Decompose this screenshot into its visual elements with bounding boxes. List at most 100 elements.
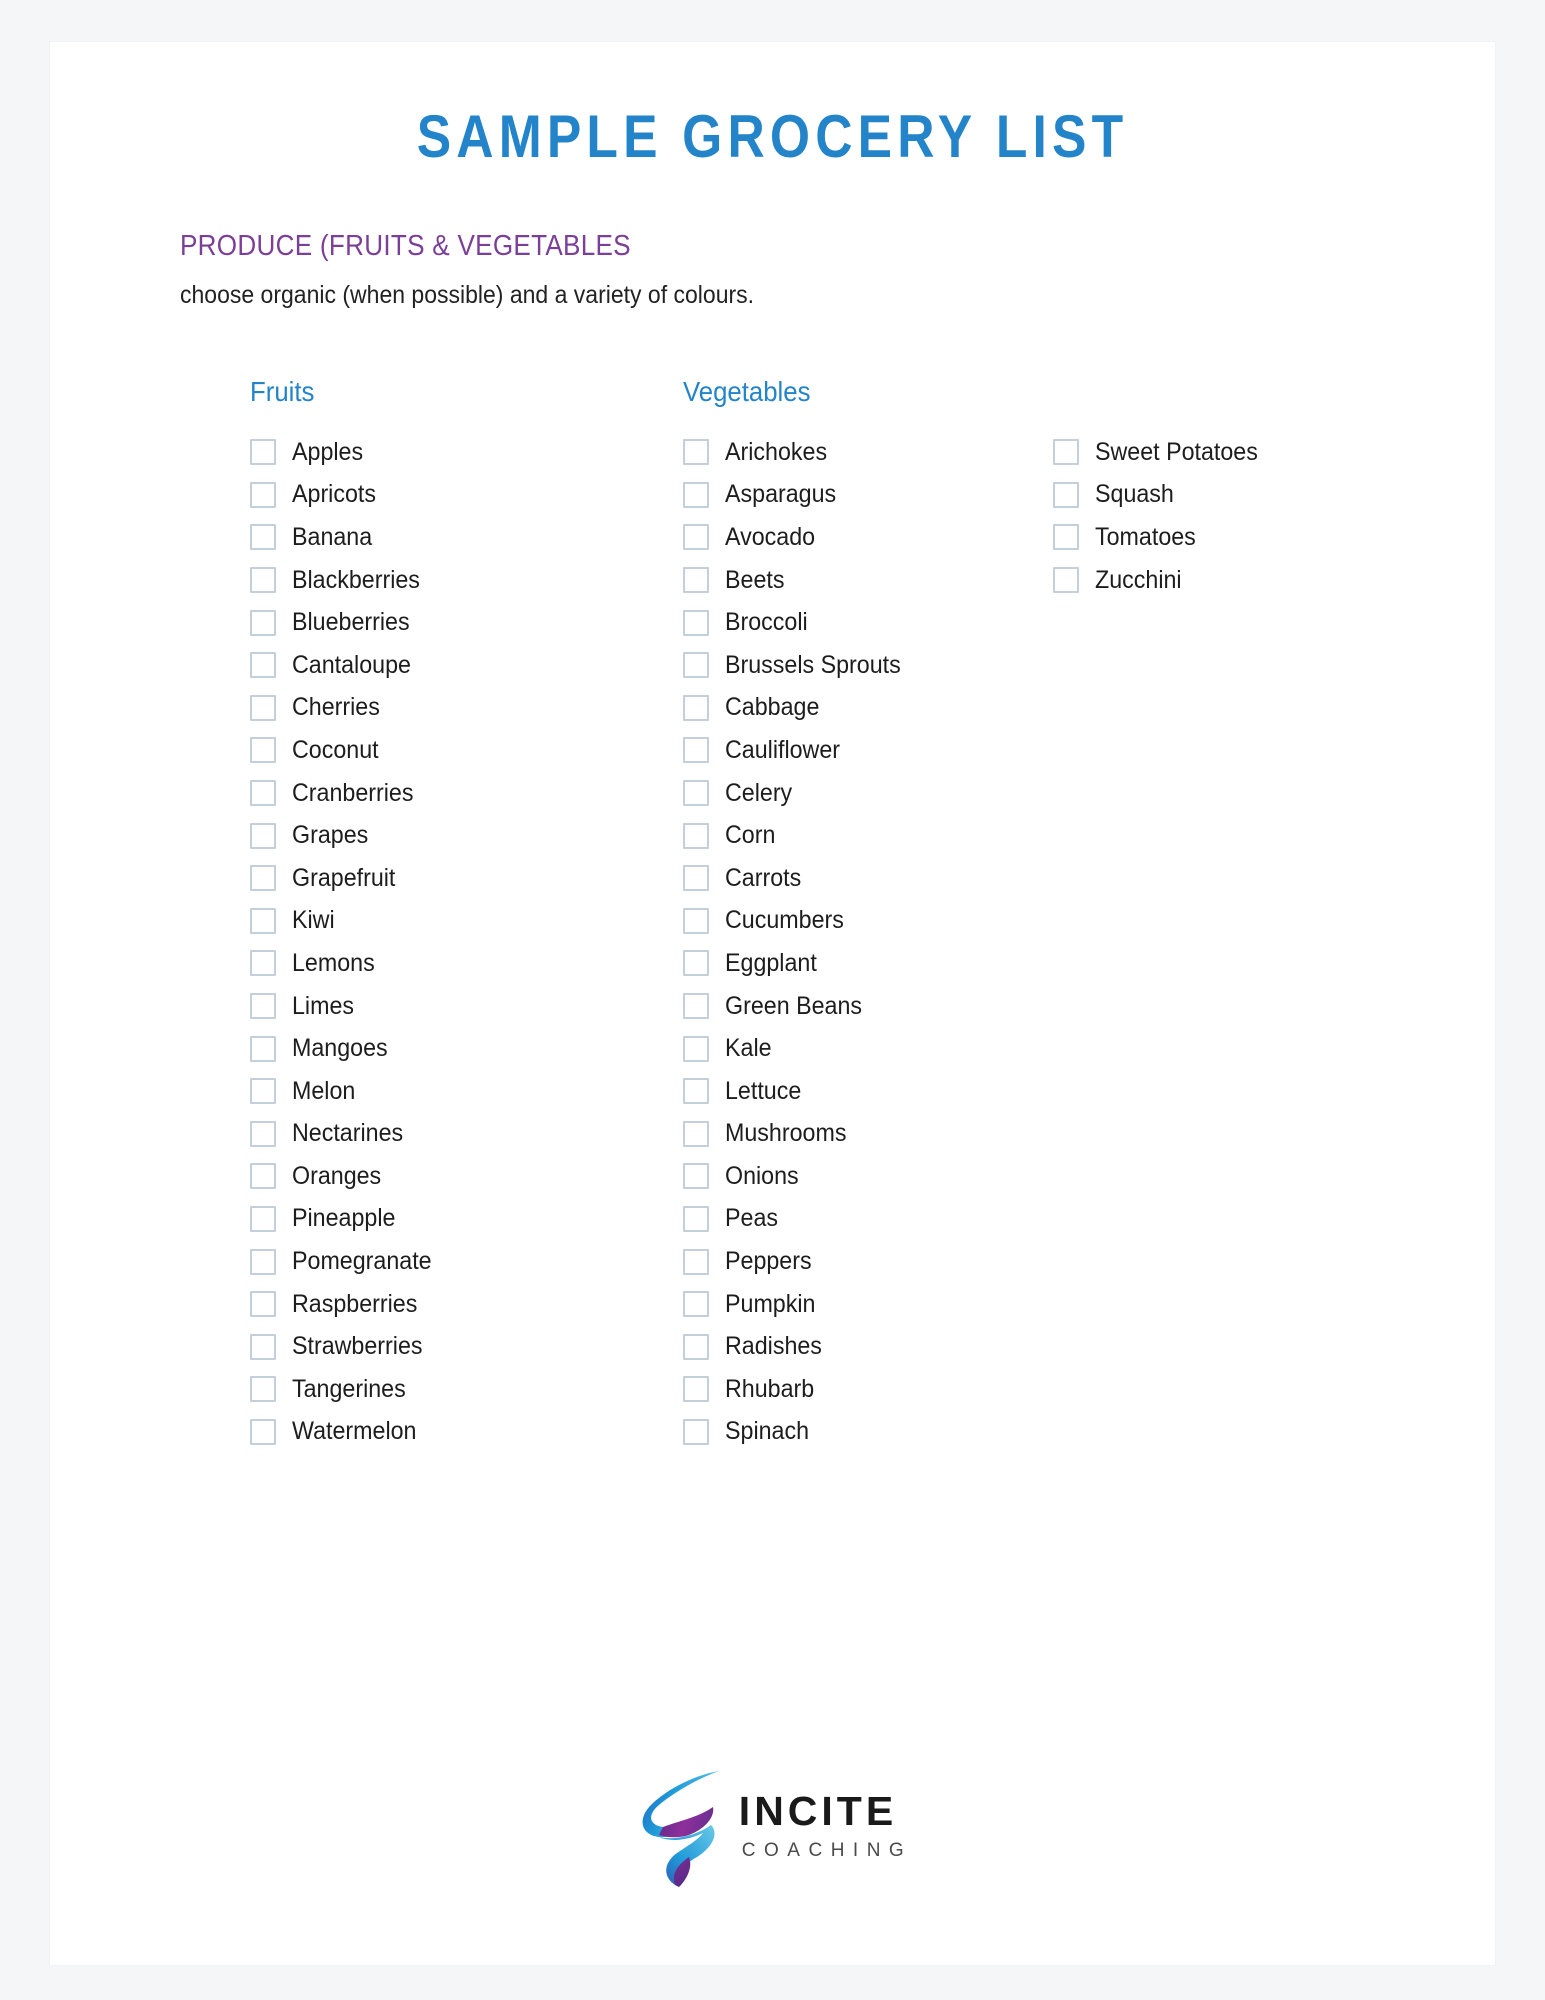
checkbox[interactable]: [683, 865, 709, 892]
checkbox[interactable]: [683, 907, 709, 934]
checkbox[interactable]: [250, 694, 276, 721]
checkbox[interactable]: [683, 822, 709, 849]
checklist-item[interactable]: Beets: [683, 559, 1043, 602]
checkbox[interactable]: [250, 524, 276, 551]
checkbox[interactable]: [683, 609, 709, 636]
checkbox[interactable]: [1053, 481, 1079, 508]
checklist-item[interactable]: Cucumbers: [683, 900, 1043, 943]
checkbox[interactable]: [683, 481, 709, 508]
checklist-item[interactable]: Grapefruit: [250, 857, 610, 900]
checklist-item[interactable]: Nectarines: [250, 1113, 610, 1156]
checklist-item[interactable]: Zucchini: [1053, 559, 1413, 602]
checklist-item[interactable]: Avocado: [683, 516, 1043, 559]
checkbox[interactable]: [683, 1333, 709, 1360]
checklist-item[interactable]: Melon: [250, 1070, 610, 1113]
checkbox[interactable]: [683, 950, 709, 977]
checklist-item[interactable]: Lettuce: [683, 1070, 1043, 1113]
checkbox[interactable]: [250, 1163, 276, 1190]
checklist-item[interactable]: Eggplant: [683, 942, 1043, 985]
checklist-item[interactable]: Green Beans: [683, 985, 1043, 1028]
checkbox[interactable]: [250, 1376, 276, 1403]
checkbox[interactable]: [1053, 439, 1079, 466]
checklist-item[interactable]: Peppers: [683, 1240, 1043, 1283]
checkbox[interactable]: [250, 609, 276, 636]
checklist-item[interactable]: Pineapple: [250, 1198, 610, 1241]
checkbox[interactable]: [250, 780, 276, 807]
checklist-item[interactable]: Sweet Potatoes: [1053, 431, 1413, 474]
checkbox[interactable]: [250, 865, 276, 892]
checkbox[interactable]: [250, 993, 276, 1020]
checkbox[interactable]: [683, 652, 709, 679]
checkbox[interactable]: [250, 1248, 276, 1275]
checklist-item[interactable]: Arichokes: [683, 431, 1043, 474]
checklist-item[interactable]: Cranberries: [250, 772, 610, 815]
checklist-item[interactable]: Squash: [1053, 474, 1413, 517]
checklist-item[interactable]: Radishes: [683, 1325, 1043, 1368]
checkbox[interactable]: [250, 481, 276, 508]
checkbox[interactable]: [683, 1120, 709, 1147]
checklist-item[interactable]: Kale: [683, 1027, 1043, 1070]
checklist-item[interactable]: Coconut: [250, 729, 610, 772]
checkbox[interactable]: [683, 993, 709, 1020]
checklist-item[interactable]: Tangerines: [250, 1368, 610, 1411]
checklist-item[interactable]: Cauliflower: [683, 729, 1043, 772]
checklist-item[interactable]: Rhubarb: [683, 1368, 1043, 1411]
checklist-item[interactable]: Celery: [683, 772, 1043, 815]
checkbox[interactable]: [1053, 567, 1079, 594]
checklist-item[interactable]: Pumpkin: [683, 1283, 1043, 1326]
checklist-item[interactable]: Peas: [683, 1198, 1043, 1241]
checkbox[interactable]: [250, 737, 276, 764]
checklist-item[interactable]: Asparagus: [683, 474, 1043, 517]
checklist-item[interactable]: Apricots: [250, 474, 610, 517]
checkbox[interactable]: [250, 439, 276, 466]
checklist-item[interactable]: Kiwi: [250, 900, 610, 943]
checklist-item[interactable]: Corn: [683, 814, 1043, 857]
checklist-item[interactable]: Grapes: [250, 814, 610, 857]
checklist-item[interactable]: Spinach: [683, 1411, 1043, 1454]
checkbox[interactable]: [250, 907, 276, 934]
checklist-item[interactable]: Tomatoes: [1053, 516, 1413, 559]
checkbox[interactable]: [683, 524, 709, 551]
checklist-item[interactable]: Mangoes: [250, 1027, 610, 1070]
checklist-item[interactable]: Pomegranate: [250, 1240, 610, 1283]
checkbox[interactable]: [683, 1205, 709, 1232]
checkbox[interactable]: [250, 950, 276, 977]
checkbox[interactable]: [250, 1205, 276, 1232]
checklist-item[interactable]: Blackberries: [250, 559, 610, 602]
checklist-item[interactable]: Lemons: [250, 942, 610, 985]
checklist-item[interactable]: Onions: [683, 1155, 1043, 1198]
checkbox[interactable]: [683, 780, 709, 807]
checklist-item[interactable]: Raspberries: [250, 1283, 610, 1326]
checklist-item[interactable]: Cabbage: [683, 687, 1043, 730]
checklist-item[interactable]: Brussels Sprouts: [683, 644, 1043, 687]
checkbox[interactable]: [250, 1418, 276, 1445]
checkbox[interactable]: [250, 1333, 276, 1360]
checklist-item[interactable]: Apples: [250, 431, 610, 474]
checkbox[interactable]: [683, 737, 709, 764]
checklist-item[interactable]: Cherries: [250, 687, 610, 730]
checkbox[interactable]: [683, 1035, 709, 1062]
checklist-item[interactable]: Banana: [250, 516, 610, 559]
checkbox[interactable]: [683, 1418, 709, 1445]
checkbox[interactable]: [250, 1120, 276, 1147]
checkbox[interactable]: [250, 1291, 276, 1318]
checkbox[interactable]: [683, 1291, 709, 1318]
checkbox[interactable]: [683, 567, 709, 594]
checklist-item[interactable]: Cantaloupe: [250, 644, 610, 687]
checklist-item[interactable]: Broccoli: [683, 601, 1043, 644]
checklist-item[interactable]: Mushrooms: [683, 1113, 1043, 1156]
checkbox[interactable]: [250, 1035, 276, 1062]
checkbox[interactable]: [250, 652, 276, 679]
checkbox[interactable]: [250, 1078, 276, 1105]
checklist-item[interactable]: Blueberries: [250, 601, 610, 644]
checkbox[interactable]: [683, 1163, 709, 1190]
checkbox[interactable]: [683, 439, 709, 466]
checklist-item[interactable]: Limes: [250, 985, 610, 1028]
checkbox[interactable]: [1053, 524, 1079, 551]
checklist-item[interactable]: Watermelon: [250, 1411, 610, 1454]
checkbox[interactable]: [250, 567, 276, 594]
checkbox[interactable]: [683, 1376, 709, 1403]
checklist-item[interactable]: Strawberries: [250, 1325, 610, 1368]
checkbox[interactable]: [683, 1078, 709, 1105]
checklist-item[interactable]: Oranges: [250, 1155, 610, 1198]
